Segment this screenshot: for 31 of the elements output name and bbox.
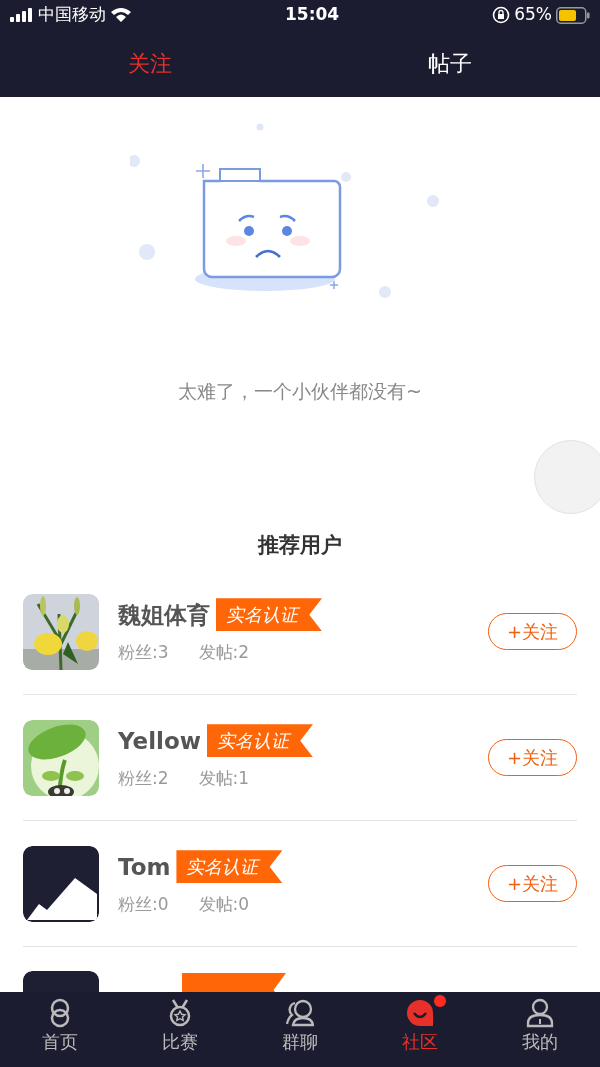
nav-tab[interactable]: 群聊 [240,992,360,1067]
posts-count: 发帖:1 [198,767,250,790]
empty-message: 太难了，一个小伙伴都没有~ [178,379,422,404]
people-icon [286,998,314,1028]
nav-tab[interactable]: 我的 [480,992,600,1067]
tab[interactable]: 帖子 [300,30,600,97]
carrier-name: 中国移动 [38,3,106,27]
nav-tab[interactable]: 首页 [0,992,120,1067]
signal-icon [10,8,34,22]
posts-count: 发帖:0 [198,893,250,916]
battery-percent: 65% [514,3,552,27]
user-name: 魏姐体育 [118,600,210,630]
verified-tag: 实名认证 [216,598,322,632]
section-title: 推荐用户 [256,531,343,559]
smile-bubble-icon [406,998,434,1028]
user-name: Tom [118,852,171,882]
nav-tab[interactable]: 社区 [360,992,480,1067]
tab[interactable]: 关注 [0,30,300,97]
verified-tag: 实名认证 [176,850,283,884]
battery-icon [556,6,590,24]
user-name: Yellow [118,726,201,756]
fans-count: 粉丝:3 [118,641,169,664]
fans-count: 粉丝:2 [118,767,169,790]
rotation-lock-icon [492,6,511,24]
posts-count: 发帖:2 [198,641,250,664]
wifi-icon [110,7,132,23]
status-time: 15:04 [285,3,340,27]
person-icon [526,998,554,1028]
fans-count: 粉丝:0 [118,893,169,916]
verified-tag: 实名认证 [206,724,313,758]
nav-tab[interactable]: 比赛 [120,992,240,1067]
